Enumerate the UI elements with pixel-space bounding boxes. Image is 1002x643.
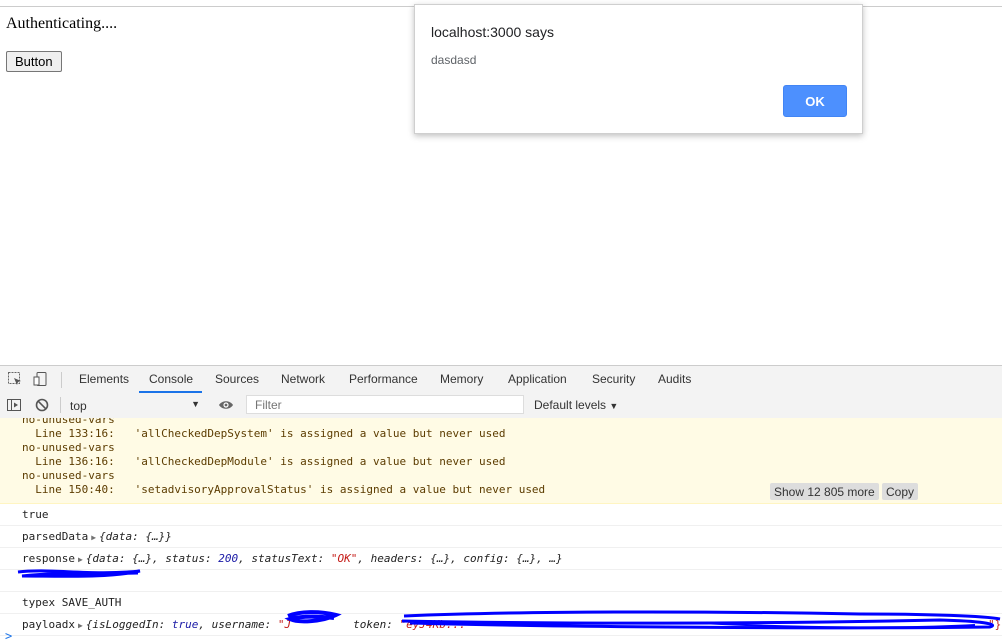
device-toolbar-icon[interactable]: [33, 371, 49, 387]
console-row-redacted: [0, 569, 1002, 592]
chevron-down-icon: ▼: [191, 399, 200, 409]
tab-memory[interactable]: Memory: [440, 372, 483, 386]
console-row[interactable]: parsedData ▶ {data: {…}}: [0, 525, 1002, 548]
tab-elements[interactable]: Elements: [79, 372, 129, 386]
status-text-value: "OK": [330, 552, 358, 565]
context-select[interactable]: top ▼: [66, 395, 206, 415]
console-row: true: [0, 503, 1002, 526]
console-output: no-unused-vars Line 133:16: 'allCheckedD…: [0, 418, 1002, 643]
tab-security[interactable]: Security: [592, 372, 635, 386]
expand-triangle-icon[interactable]: ▶: [78, 555, 83, 564]
log-label: parsedData: [22, 530, 89, 543]
page-button[interactable]: Button: [6, 51, 62, 72]
value-part: token:: [353, 618, 400, 631]
tab-sources[interactable]: Sources: [215, 372, 259, 386]
console-row[interactable]: payloadx ▶ {isLoggedIn: true, username: "J…: [0, 613, 1002, 636]
console-filter-input[interactable]: [246, 395, 524, 414]
log-object-value: {data: {…}, status: 200, statusText: "OK…: [86, 552, 563, 565]
value-part: {data: {…}, status:: [85, 552, 219, 565]
alert-title: localhost:3000 says: [431, 24, 554, 40]
clear-console-icon[interactable]: [34, 397, 50, 413]
show-more-button[interactable]: Show 12 805 more: [770, 483, 879, 500]
devtools-panel: Elements Console Sources Network Perform…: [0, 365, 1002, 643]
tab-audits[interactable]: Audits: [658, 372, 691, 386]
value-part: , statusText:: [238, 552, 331, 565]
tab-separator: [61, 372, 62, 388]
warning-line: Line 133:16: 'allCheckedDepSystem' is as…: [22, 427, 506, 440]
alert-ok-button[interactable]: OK: [783, 85, 847, 117]
inspect-element-icon[interactable]: [7, 371, 23, 387]
eye-icon[interactable]: [218, 397, 234, 413]
log-object-value: {data: {…}}: [99, 530, 172, 543]
tab-console[interactable]: Console: [149, 372, 193, 386]
log-payload: payloadx ▶ {isLoggedIn: true, username: "J…: [22, 618, 466, 631]
log-parsed-data: parsedData ▶ {data: {…}}: [22, 530, 172, 543]
logged-in-value: true: [171, 618, 199, 631]
levels-chevron-icon: ▼: [609, 401, 619, 411]
devtools-tabbar: Elements Console Sources Network Perform…: [0, 365, 1002, 394]
alert-dialog: localhost:3000 says dasdasd OK: [414, 4, 863, 134]
log-levels-label: Default levels: [534, 398, 607, 412]
console-row[interactable]: response ▶ {data: {…}, status: 200, status…: [0, 547, 1002, 570]
show-sidebar-icon[interactable]: [6, 397, 22, 413]
log-label: response: [22, 552, 75, 565]
log-response: response ▶ {data: {…}, status: 200, status…: [22, 552, 563, 565]
console-toolbar: top ▼ Default levels ▼: [0, 393, 1002, 419]
log-label: payloadx: [22, 618, 75, 631]
status-value: 200: [218, 552, 239, 565]
log-typex: typex SAVE_AUTH: [22, 596, 122, 609]
value-part: , headers: {…}, config: {…}, …}: [357, 552, 563, 565]
expand-triangle-icon[interactable]: ▶: [78, 621, 83, 630]
toolbar-separator: [60, 397, 61, 413]
payload-end: "}: [988, 618, 1002, 631]
warning-line: no-unused-vars: [22, 418, 115, 426]
expand-triangle-icon[interactable]: ▶: [91, 533, 96, 542]
log-true-value: true: [22, 508, 49, 521]
warning-line: Line 150:40: 'setadvisoryApprovalStatus'…: [22, 483, 546, 496]
context-value: top: [70, 399, 87, 413]
warning-line: no-unused-vars: [22, 441, 115, 454]
copy-button[interactable]: Copy: [882, 483, 919, 500]
log-object-value: {isLoggedIn: true, username: "J token: "e…: [86, 618, 466, 631]
alert-message: dasdasd: [431, 53, 477, 67]
value-part: {isLoggedIn:: [85, 618, 172, 631]
warning-line: no-unused-vars: [22, 469, 115, 482]
value-part: , username:: [198, 618, 278, 631]
tab-performance[interactable]: Performance: [349, 372, 418, 386]
auth-status-text: Authenticating....: [6, 15, 118, 32]
warning-line: Line 136:16: 'allCheckedDepModule' is as…: [22, 455, 506, 468]
warning-message: no-unused-vars Line 133:16: 'allCheckedD…: [0, 418, 1002, 504]
token-value: "eyJ4Kb...: [399, 618, 466, 631]
username-value: "J: [277, 618, 292, 631]
log-levels-dropdown[interactable]: Default levels ▼: [534, 398, 618, 412]
console-row: typex SAVE_AUTH: [0, 591, 1002, 614]
tab-application[interactable]: Application: [508, 372, 567, 386]
tab-network[interactable]: Network: [281, 372, 325, 386]
